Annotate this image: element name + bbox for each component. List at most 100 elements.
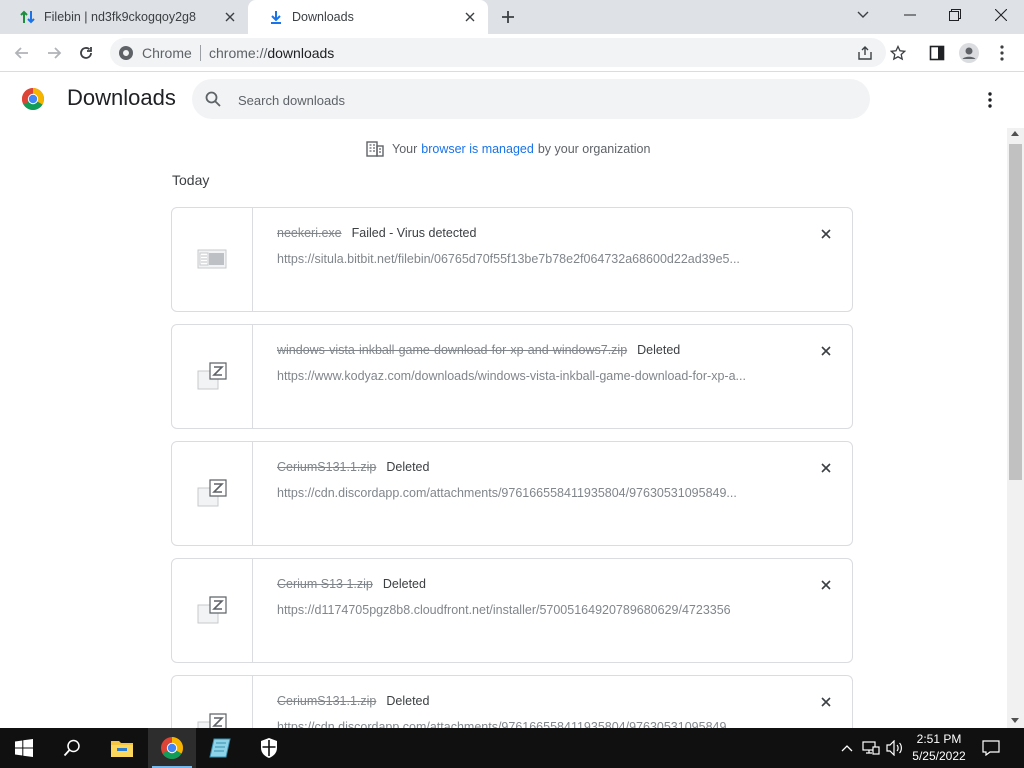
site-chip: Chrome: [142, 45, 192, 61]
download-item: CeriumS131.1.zip Deleted https://cdn.disc…: [171, 675, 853, 728]
file-url[interactable]: https://d1174705pgz8b8.cloudfront.net/in…: [277, 603, 777, 617]
remove-from-list-icon[interactable]: [818, 694, 834, 710]
url-host: downloads: [267, 45, 335, 61]
new-tab-button[interactable]: [498, 7, 518, 27]
chrome-taskbar-icon[interactable]: [148, 728, 196, 768]
remove-from-list-icon[interactable]: [818, 226, 834, 242]
file-name-row: CeriumS131.1.zip Deleted: [277, 460, 429, 474]
zip-file-icon: [196, 478, 228, 508]
tab-search-icon[interactable]: [849, 4, 877, 26]
file-name-row: CeriumS131.1.zip Deleted: [277, 694, 429, 708]
scroll-up-arrow-icon[interactable]: [1011, 131, 1019, 136]
close-tab-icon[interactable]: [462, 9, 478, 25]
file-url[interactable]: https://cdn.discordapp.com/attachments/9…: [277, 486, 777, 500]
url-text[interactable]: chrome://downloads: [209, 45, 334, 61]
windows-security-icon[interactable]: [245, 728, 293, 768]
download-item: windows-vista-inkball-game-download-for-…: [171, 324, 853, 429]
file-name[interactable]: neekeri.exe: [277, 226, 342, 240]
zip-file-icon: [196, 712, 228, 728]
file-name-row: windows-vista-inkball-game-download-for-…: [277, 343, 680, 357]
file-name[interactable]: CeriumS131.1.zip: [277, 694, 376, 708]
file-icon-column: [172, 559, 253, 662]
tab-filebin[interactable]: Filebin | nd3fk9ckogqoy2g8: [0, 0, 248, 34]
clock-time: 2:51 PM: [916, 732, 962, 746]
search-downloads-box[interactable]: [192, 79, 870, 119]
file-url[interactable]: https://cdn.discordapp.com/attachments/9…: [277, 720, 777, 728]
side-panel-icon[interactable]: [924, 40, 950, 66]
close-window-button[interactable]: [987, 4, 1015, 26]
system-clock[interactable]: 2:51 PM 5/25/2022: [908, 731, 970, 765]
managed-notice: Your browser is managed by your organiza…: [366, 140, 650, 158]
windows-taskbar: 2:51 PM 5/25/2022: [0, 728, 1024, 768]
search-taskbar-icon[interactable]: [48, 728, 96, 768]
bookmark-star-icon[interactable]: [885, 40, 911, 66]
file-name-row: neekeri.exe Failed - Virus detected: [277, 226, 476, 240]
download-item: CeriumS131.1.zip Deleted https://cdn.disc…: [171, 441, 853, 546]
address-bar[interactable]: Chrome chrome://downloads: [110, 38, 886, 67]
browser-managed-link[interactable]: browser is managed: [421, 142, 534, 156]
share-icon[interactable]: [856, 44, 874, 62]
remove-from-list-icon[interactable]: [818, 343, 834, 359]
volume-icon[interactable]: [886, 740, 904, 756]
managed-suffix: by your organization: [537, 142, 651, 156]
download-status: Failed - Virus detected: [351, 226, 477, 240]
tab-title: Downloads: [292, 10, 354, 24]
scrollbar-thumb[interactable]: [1009, 144, 1022, 480]
show-hidden-icons-icon[interactable]: [838, 740, 856, 756]
tab-title: Filebin | nd3fk9ckogqoy2g8: [44, 10, 196, 24]
network-icon[interactable]: [862, 740, 880, 756]
managed-prefix: Your: [392, 142, 418, 156]
notifications-icon[interactable]: [982, 740, 1000, 756]
generic-file-icon: [196, 244, 228, 274]
download-item: Cerium S13 1.zip Deleted https://d1174705…: [171, 558, 853, 663]
forward-button[interactable]: [41, 40, 67, 66]
chrome-page-icon: [118, 45, 134, 61]
profile-avatar-icon[interactable]: [956, 40, 982, 66]
remove-from-list-icon[interactable]: [818, 460, 834, 476]
back-button[interactable]: [9, 40, 35, 66]
download-item: neekeri.exe Failed - Virus detected https…: [171, 207, 853, 312]
search-icon[interactable]: [204, 90, 222, 108]
file-explorer-icon[interactable]: [98, 728, 146, 768]
chrome-menu-icon[interactable]: [989, 40, 1015, 66]
file-name[interactable]: Cerium S13 1.zip: [277, 577, 373, 591]
download-status: Deleted: [386, 460, 430, 474]
chrome-logo-icon: [21, 87, 45, 111]
browser-toolbar: Chrome chrome://downloads: [0, 34, 1024, 72]
zip-file-icon: [196, 361, 228, 391]
remove-from-list-icon[interactable]: [818, 577, 834, 593]
zip-file-icon: [196, 595, 228, 625]
omnibox-separator: [200, 45, 201, 61]
search-input[interactable]: [236, 88, 840, 112]
more-actions-icon[interactable]: [980, 88, 1000, 112]
close-tab-icon[interactable]: [222, 9, 238, 25]
minimize-button[interactable]: [896, 4, 924, 26]
file-name-row: Cerium S13 1.zip Deleted: [277, 577, 426, 591]
file-url[interactable]: https://situla.bitbit.net/filebin/06765d…: [277, 252, 777, 266]
building-icon: [366, 141, 384, 157]
clock-date: 5/25/2022: [912, 749, 966, 763]
file-icon-column: [172, 325, 253, 428]
tab-strip: Filebin | nd3fk9ckogqoy2g8 Downloads: [0, 0, 1024, 34]
reload-button[interactable]: [73, 40, 99, 66]
file-icon-column: [172, 676, 253, 728]
notepad-app-icon[interactable]: [196, 728, 244, 768]
start-button[interactable]: [0, 728, 48, 768]
file-url[interactable]: https://www.kodyaz.com/downloads/windows…: [277, 369, 777, 383]
download-status: Deleted: [386, 694, 430, 708]
tab-downloads[interactable]: Downloads: [248, 0, 488, 34]
restore-button[interactable]: [941, 4, 969, 26]
file-icon-column: [172, 208, 253, 311]
file-name[interactable]: windows-vista-inkball-game-download-for-…: [277, 343, 627, 357]
page-title: Downloads: [67, 85, 176, 110]
download-icon: [268, 9, 284, 25]
downloads-header: Downloads: [0, 72, 1024, 128]
file-name[interactable]: CeriumS131.1.zip: [277, 460, 376, 474]
date-heading: Today: [172, 172, 210, 188]
filebin-arrows-icon: [20, 9, 36, 25]
scroll-down-arrow-icon[interactable]: [1011, 718, 1019, 723]
page-scrollbar[interactable]: [1007, 128, 1024, 728]
download-status: Deleted: [382, 577, 426, 591]
url-scheme: chrome://: [209, 45, 268, 61]
download-status: Deleted: [637, 343, 681, 357]
